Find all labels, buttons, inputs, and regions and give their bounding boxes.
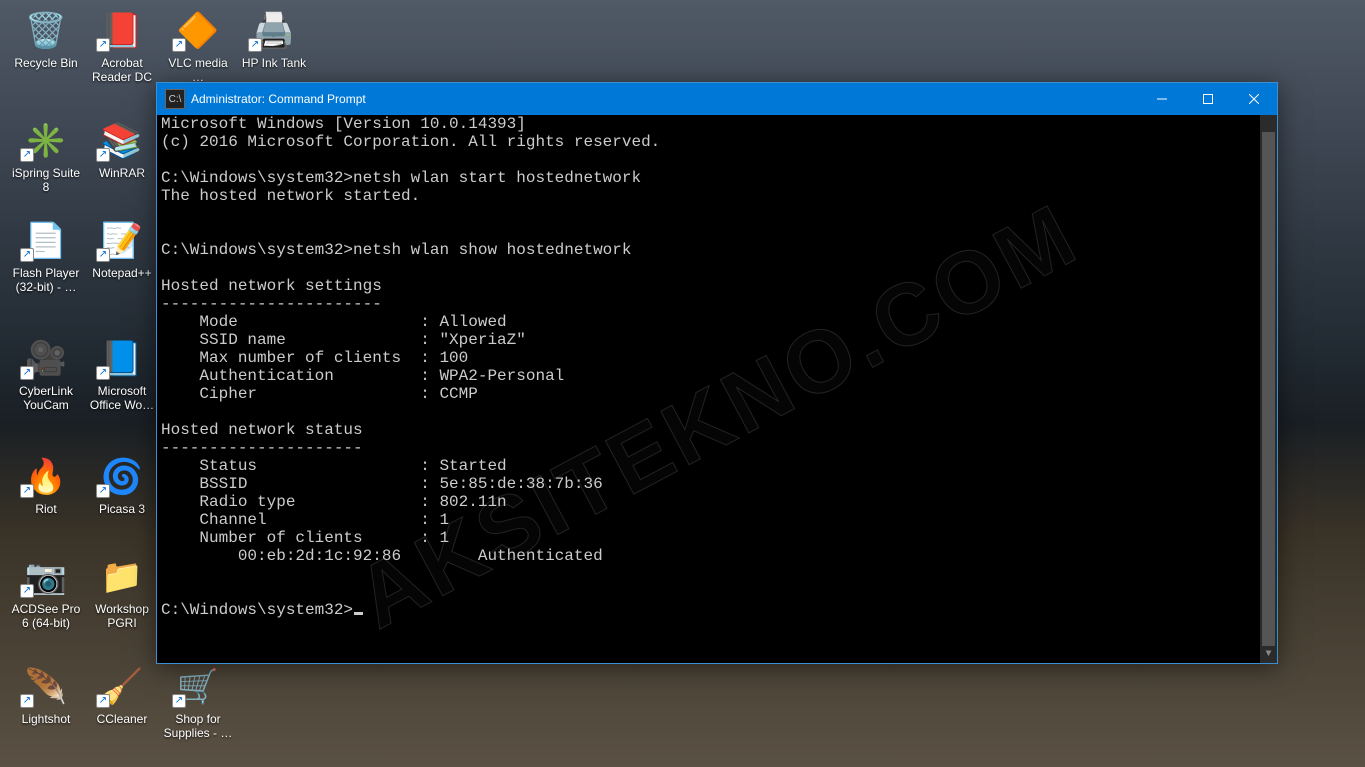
shortcut-arrow-icon: ↗ — [20, 484, 34, 498]
desktop-icon-ccleaner[interactable]: 🧹↗CCleaner — [84, 664, 160, 726]
desktop-icon-notepadpp[interactable]: 📝↗Notepad++ — [84, 218, 160, 280]
desktop-icon-label: CyberLink YouCam — [8, 384, 84, 412]
close-button[interactable] — [1231, 83, 1277, 115]
desktop-icon-ispring[interactable]: ✳️↗iSpring Suite 8 — [8, 118, 84, 194]
window-title: Administrator: Command Prompt — [191, 92, 366, 106]
shortcut-arrow-icon: ↗ — [172, 38, 186, 52]
desktop-icon-label: HP Ink Tank — [240, 56, 308, 70]
shortcut-arrow-icon: ↗ — [96, 248, 110, 262]
shortcut-arrow-icon: ↗ — [20, 694, 34, 708]
desktop-icon-label: WinRAR — [97, 166, 147, 180]
desktop-icon-label: CCleaner — [95, 712, 150, 726]
desktop-icon-hp-ink[interactable]: 🖨️↗HP Ink Tank — [236, 8, 312, 70]
desktop-icon-vlc[interactable]: 🔶↗VLC media … — [160, 8, 236, 84]
shortcut-arrow-icon: ↗ — [96, 694, 110, 708]
desktop-icon-label: Recycle Bin — [12, 56, 79, 70]
desktop-icon-lightshot[interactable]: 🪶↗Lightshot — [8, 664, 84, 726]
desktop-icon-label: Flash Player (32-bit) - … — [8, 266, 84, 294]
desktop-icon-label: Workshop PGRI — [84, 602, 160, 630]
desktop-icon-youcam[interactable]: 🎥↗CyberLink YouCam — [8, 336, 84, 412]
desktop-icon-label: ACDSee Pro 6 (64-bit) — [8, 602, 84, 630]
maximize-button[interactable] — [1185, 83, 1231, 115]
title-bar[interactable]: C:\ Administrator: Command Prompt — [157, 83, 1277, 115]
shortcut-arrow-icon: ↗ — [20, 148, 34, 162]
desktop-icon-label: VLC media … — [160, 56, 236, 84]
shortcut-arrow-icon: ↗ — [20, 584, 34, 598]
desktop-icon-label: Notepad++ — [90, 266, 153, 280]
terminal-area[interactable]: Microsoft Windows [Version 10.0.14393] (… — [157, 115, 1277, 663]
terminal-content: Microsoft Windows [Version 10.0.14393] (… — [161, 115, 1259, 619]
desktop-icon-label: Riot — [33, 502, 58, 516]
shortcut-arrow-icon: ↗ — [96, 38, 110, 52]
desktop-icon-label: Shop for Supplies - … — [160, 712, 236, 740]
scroll-thumb[interactable] — [1262, 132, 1275, 646]
desktop-icon-shop[interactable]: 🛒↗Shop for Supplies - … — [160, 664, 236, 740]
desktop-icon-workshop[interactable]: 📁Workshop PGRI — [84, 554, 160, 630]
shortcut-arrow-icon: ↗ — [96, 484, 110, 498]
shortcut-arrow-icon: ↗ — [96, 366, 110, 380]
desktop-icon-riot[interactable]: 🔥↗Riot — [8, 454, 84, 516]
shortcut-arrow-icon: ↗ — [20, 248, 34, 262]
desktop-icon-label: Picasa 3 — [97, 502, 147, 516]
desktop-icon-acdsee[interactable]: 📷↗ACDSee Pro 6 (64-bit) — [8, 554, 84, 630]
terminal-cursor — [354, 612, 363, 615]
shortcut-arrow-icon: ↗ — [96, 148, 110, 162]
desktop-icon-label: iSpring Suite 8 — [8, 166, 84, 194]
desktop-icon-acrobat[interactable]: 📕↗Acrobat Reader DC — [84, 8, 160, 84]
shortcut-arrow-icon: ↗ — [20, 366, 34, 380]
command-prompt-window: C:\ Administrator: Command Prompt Micros… — [156, 82, 1278, 664]
desktop-icon-winrar[interactable]: 📚↗WinRAR — [84, 118, 160, 180]
scroll-down-arrow[interactable]: ▼ — [1260, 646, 1277, 663]
desktop-icon-recycle-bin[interactable]: 🗑️ Recycle Bin — [8, 8, 84, 70]
vertical-scrollbar[interactable]: ▲ ▼ — [1260, 115, 1277, 663]
desktop-icon-label: Acrobat Reader DC — [84, 56, 160, 84]
desktop-icon-picasa[interactable]: 🌀↗Picasa 3 — [84, 454, 160, 516]
desktop-icon-label: Microsoft Office Wo… — [84, 384, 160, 412]
cmd-app-icon: C:\ — [165, 89, 185, 109]
desktop-icon-flash[interactable]: 📄↗Flash Player (32-bit) - … — [8, 218, 84, 294]
recycle-bin-icon: 🗑️ — [23, 8, 69, 54]
desktop-icon-msword[interactable]: 📘↗Microsoft Office Wo… — [84, 336, 160, 412]
shortcut-arrow-icon: ↗ — [172, 694, 186, 708]
workshop-icon: 📁 — [99, 554, 145, 600]
shortcut-arrow-icon: ↗ — [248, 38, 262, 52]
desktop-icon-label: Lightshot — [20, 712, 73, 726]
minimize-button[interactable] — [1139, 83, 1185, 115]
